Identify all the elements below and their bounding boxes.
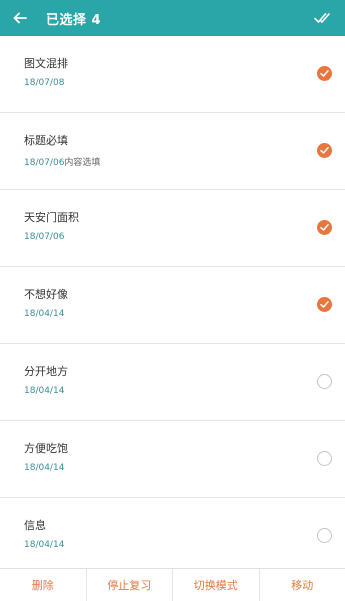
item-date: 18/04/14 xyxy=(24,386,64,396)
checkmark-icon xyxy=(320,223,329,232)
arrow-left-icon xyxy=(13,11,27,25)
item-title: 信息 xyxy=(24,517,46,533)
move-button[interactable]: 移动 xyxy=(260,569,345,601)
selection-count-title: 已选择 4 xyxy=(46,9,311,28)
item-title: 标题必填 xyxy=(24,132,68,148)
delete-button[interactable]: 删除 xyxy=(0,569,87,601)
list-item[interactable]: 标题必填 18/07/06内容选填 xyxy=(0,113,345,190)
item-checkbox-unchecked[interactable] xyxy=(317,528,332,543)
item-date: 18/07/06内容选填 xyxy=(24,155,100,168)
item-title: 图文混排 xyxy=(24,55,68,71)
checkmark-icon xyxy=(320,146,329,155)
item-date: 18/04/14 xyxy=(24,540,64,550)
list-item[interactable]: 信息 18/04/14 xyxy=(0,498,345,575)
item-date: 18/07/08 xyxy=(24,78,64,88)
item-checkbox-unchecked[interactable] xyxy=(317,451,332,466)
item-checkbox-checked[interactable] xyxy=(317,297,332,312)
back-button[interactable] xyxy=(10,8,30,28)
switch-mode-button[interactable]: 切换模式 xyxy=(173,569,260,601)
item-checkbox-checked[interactable] xyxy=(317,143,332,158)
item-date: 18/07/06 xyxy=(24,232,64,242)
bottom-action-bar: 删除 停止复习 切换模式 移动 xyxy=(0,568,345,601)
list-item[interactable]: 方便吃饱 18/04/14 xyxy=(0,421,345,498)
item-checkbox-checked[interactable] xyxy=(317,66,332,81)
item-checkbox-checked[interactable] xyxy=(317,220,332,235)
list-item[interactable]: 图文混排 18/07/08 xyxy=(0,36,345,113)
checkmark-icon xyxy=(320,300,329,309)
item-date: 18/04/14 xyxy=(24,463,64,473)
item-title: 方便吃饱 xyxy=(24,440,68,456)
list-item[interactable]: 不想好像 18/04/14 xyxy=(0,267,345,344)
double-check-icon xyxy=(314,11,334,25)
stop-review-button[interactable]: 停止复习 xyxy=(87,569,174,601)
item-date: 18/04/14 xyxy=(24,309,64,319)
note-list: 图文混排 18/07/08 标题必填 18/07/06内容选填 天安门面积 18… xyxy=(0,36,345,575)
item-title: 不想好像 xyxy=(24,286,68,302)
checkmark-icon xyxy=(320,69,329,78)
top-app-bar: 已选择 4 xyxy=(0,0,345,36)
item-checkbox-unchecked[interactable] xyxy=(317,374,332,389)
select-all-button[interactable] xyxy=(311,8,337,28)
list-item[interactable]: 天安门面积 18/07/06 xyxy=(0,190,345,267)
list-item[interactable]: 分开地方 18/04/14 xyxy=(0,344,345,421)
item-title: 天安门面积 xyxy=(24,209,79,225)
item-title: 分开地方 xyxy=(24,363,68,379)
item-content-preview: 内容选填 xyxy=(64,158,100,168)
